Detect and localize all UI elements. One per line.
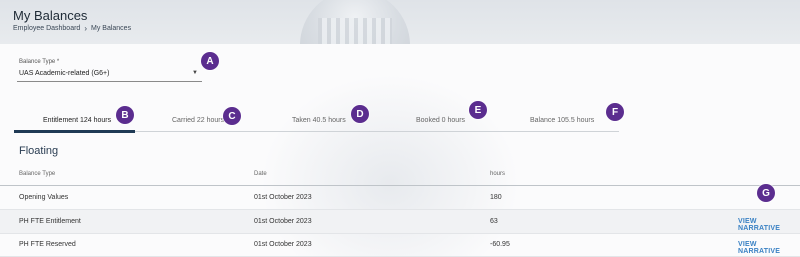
row-date: 01st October 2023 <box>254 194 312 201</box>
row-balance-type: PH FTE Entitlement <box>19 218 81 225</box>
active-tab-indicator <box>14 130 135 133</box>
breadcrumb: Employee Dashboard › My Balances <box>13 24 131 33</box>
section-title: Floating <box>19 145 59 157</box>
breadcrumb-employee-dashboard[interactable]: Employee Dashboard <box>13 25 80 32</box>
row-hours: 180 <box>490 194 502 201</box>
page-title: My Balances <box>13 8 88 23</box>
select-underline <box>17 81 202 82</box>
row-date: 01st October 2023 <box>254 241 312 248</box>
tab-carried[interactable]: Carried 22 hours <box>172 117 224 124</box>
row-date: 01st October 2023 <box>254 218 312 225</box>
balance-type-select[interactable]: UAS Academic-related (G6+) <box>19 70 109 77</box>
annotation-marker-a: A <box>201 52 219 70</box>
annotation-marker-f: F <box>606 103 624 121</box>
dropdown-arrow-icon[interactable]: ▼ <box>192 70 198 76</box>
page-header: My Balances Employee Dashboard › My Bala… <box>0 0 800 44</box>
building-pillars-image <box>318 18 392 44</box>
column-header-hours: hours <box>490 171 506 177</box>
annotation-marker-b: B <box>116 106 134 124</box>
table-row: Opening Values 01st October 2023 180 <box>0 186 800 210</box>
annotation-marker-c: C <box>223 107 241 125</box>
annotation-marker-d: D <box>351 105 369 123</box>
column-header-balance-type: Balance Type <box>19 171 56 177</box>
tab-balance[interactable]: Balance 105.5 hours <box>530 117 594 124</box>
table-row: PH FTE Reserved 01st October 2023 -60.95… <box>0 233 800 257</box>
tab-entitlement[interactable]: Entitlement 124 hours <box>43 117 111 124</box>
view-narrative-link[interactable]: VIEW NARRATIVE <box>738 241 800 255</box>
tab-taken[interactable]: Taken 40.5 hours <box>292 117 346 124</box>
chevron-right-icon: › <box>84 24 87 33</box>
annotation-marker-e: E <box>469 101 487 119</box>
row-balance-type: PH FTE Reserved <box>19 241 76 248</box>
row-hours: 63 <box>490 218 498 225</box>
annotation-marker-g: G <box>757 184 775 202</box>
row-balance-type: Opening Values <box>19 194 69 201</box>
view-narrative-link[interactable]: VIEW NARRATIVE <box>738 218 800 232</box>
tab-booked[interactable]: Booked 0 hours <box>416 117 465 124</box>
column-header-date: Date <box>254 171 267 177</box>
row-hours: -60.95 <box>490 241 510 248</box>
balance-type-label: Balance Type * <box>19 59 60 65</box>
breadcrumb-my-balances: My Balances <box>91 25 132 32</box>
table-row: PH FTE Entitlement 01st October 2023 63 … <box>0 210 800 234</box>
